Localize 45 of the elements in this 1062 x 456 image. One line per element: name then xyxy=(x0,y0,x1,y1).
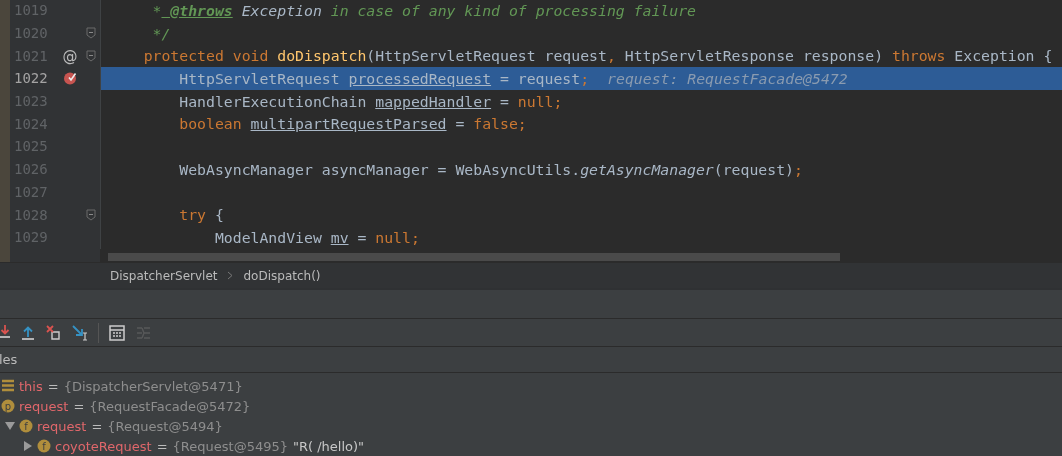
arrow-cursor-icon[interactable] xyxy=(72,324,88,341)
breadcrumb[interactable]: DispatcherServlet xyxy=(110,268,218,283)
variable-value: {Request@5494} xyxy=(107,418,223,434)
calculator-icon[interactable] xyxy=(109,324,125,341)
fold-marker-icon[interactable] xyxy=(86,27,96,40)
equals-sign: = xyxy=(156,438,168,454)
code-line: boolean multipartRequestParsed = false; xyxy=(178,115,527,133)
inline-value-hint: request: RequestFacade@5472 xyxy=(607,69,848,87)
field-icon: f xyxy=(37,439,51,453)
variable-string: "R( /hello)" xyxy=(293,438,365,454)
stack-icon xyxy=(1,379,15,393)
equals-sign: = xyxy=(73,398,85,414)
override-marker[interactable]: @ xyxy=(62,46,78,65)
breakpoint-icon[interactable] xyxy=(63,71,77,86)
code-line: ModelAndView mv = null; xyxy=(213,228,420,246)
variable-name[interactable]: request xyxy=(19,398,69,414)
variable-name[interactable]: coyoteRequest xyxy=(55,438,152,454)
fold-marker-icon[interactable] xyxy=(86,49,96,62)
chevron-icon xyxy=(227,271,234,280)
variable-value: {DispatcherServlet@5471} xyxy=(63,378,243,394)
equals-sign: = xyxy=(47,378,59,394)
variable-value: {RequestFacade@5472} xyxy=(89,398,251,414)
code-line: WebAsyncManager asyncManager = WebAsyncUtils.getAsyncManager(request); xyxy=(178,160,803,178)
code-line: protected void doDispatch(HttpServletRequest request, HttpServletResponse response) throws Exception { xyxy=(142,47,1053,65)
field-icon: f xyxy=(19,419,33,433)
code-line: */ xyxy=(151,24,171,42)
code-line: HandlerExecutionChain mappedHandler = null; xyxy=(178,92,563,110)
up-arrow-icon[interactable] xyxy=(20,324,36,341)
expanded-arrow-icon[interactable] xyxy=(5,421,15,431)
code-line: HttpServletRequest processedRequest = request; xyxy=(178,69,590,87)
fold-marker-icon[interactable] xyxy=(86,208,96,221)
code-line: try { xyxy=(178,206,224,224)
equals-sign: = xyxy=(91,418,103,434)
cross-frame-icon[interactable] xyxy=(46,324,62,341)
collapsed-arrow-icon[interactable] xyxy=(23,441,33,451)
down-arrow-icon[interactable] xyxy=(0,324,10,341)
variable-name[interactable]: request xyxy=(37,418,87,434)
horizontal-scrollbar[interactable] xyxy=(108,253,840,261)
line-number: 1022 xyxy=(13,70,49,87)
panel-title: les xyxy=(0,352,18,367)
code-line: * @throws Exception in case of any kind of processing failure xyxy=(151,1,696,19)
breadcrumb[interactable]: doDispatch() xyxy=(243,268,321,283)
variable-value: {Request@5495} xyxy=(172,438,288,454)
parameter-icon: p xyxy=(1,399,15,413)
variable-name[interactable]: this xyxy=(19,378,43,394)
